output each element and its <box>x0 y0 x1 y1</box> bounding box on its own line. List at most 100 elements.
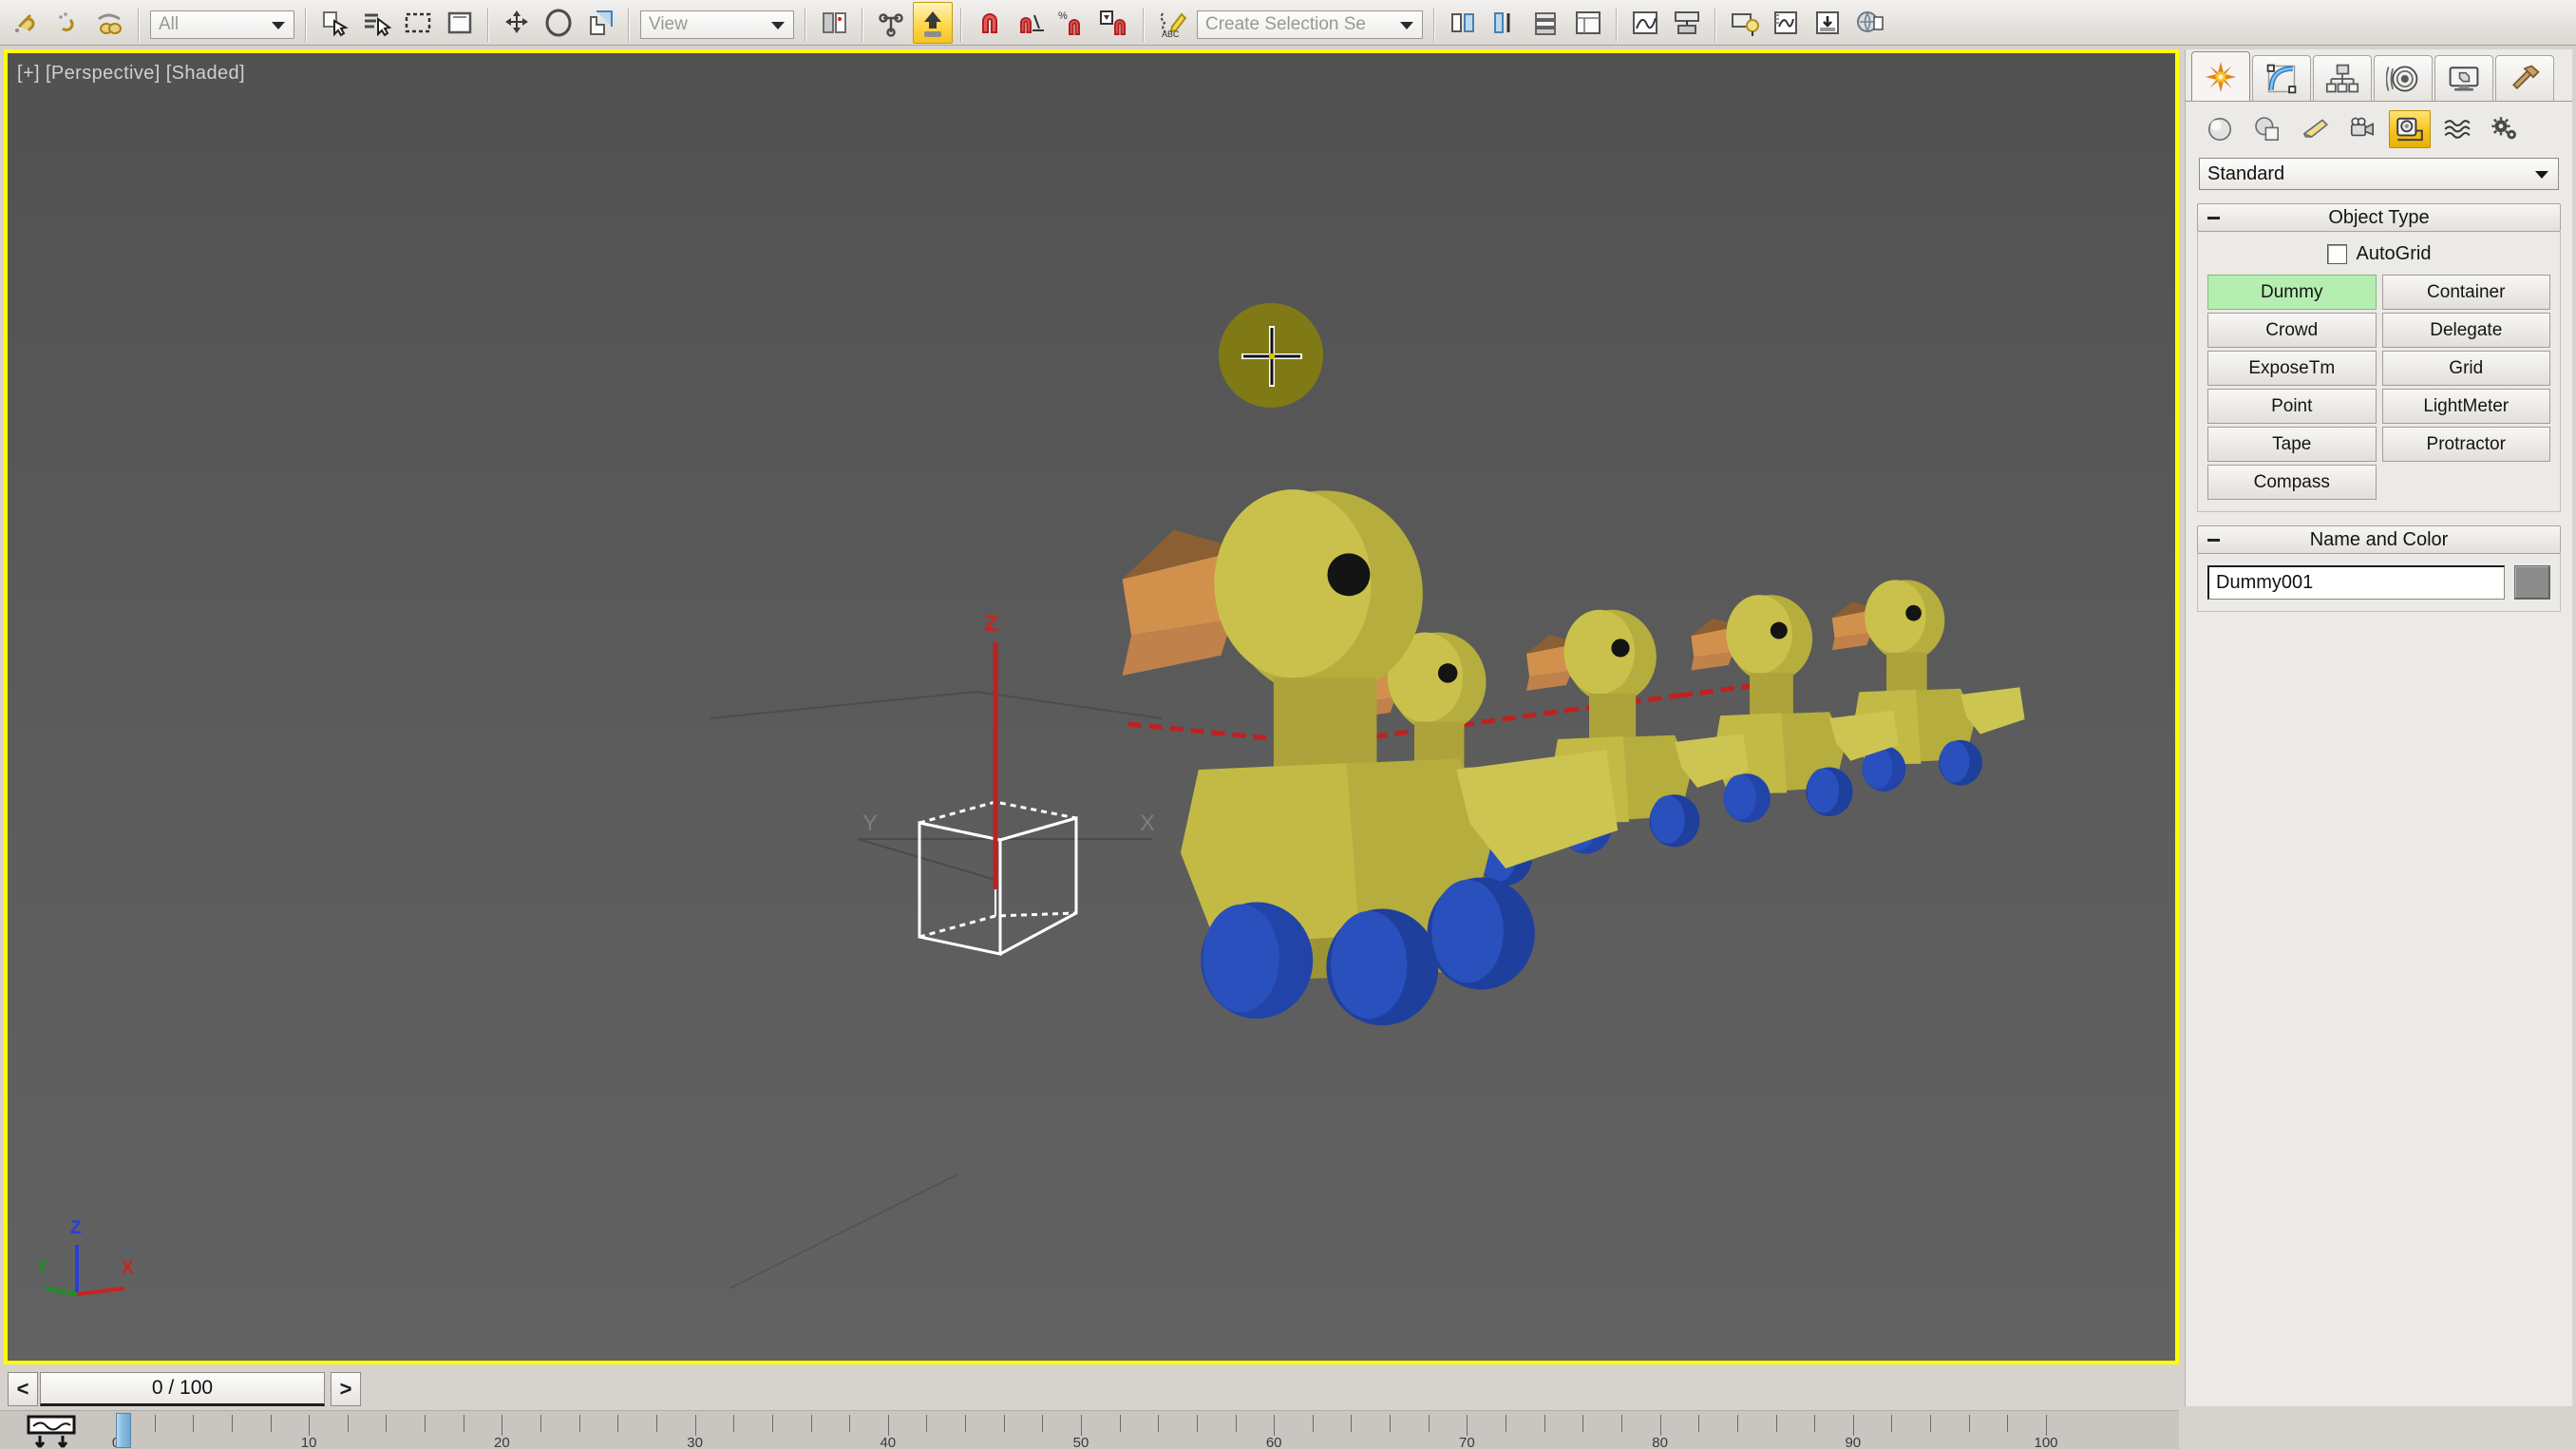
toolbar-separator <box>487 8 489 42</box>
name-and-color-rollout-title: Name and Color <box>2309 528 2449 550</box>
percent-snap-toggle-icon[interactable]: % <box>1053 2 1093 44</box>
object-type-button-delegate[interactable]: Delegate <box>2381 313 2550 348</box>
timeline-tick <box>694 1415 696 1436</box>
timeline-tick-label: 90 <box>1845 1435 1862 1449</box>
spinner-snap-toggle-icon[interactable] <box>1095 2 1135 44</box>
current-frame-field[interactable]: 0 / 100 <box>40 1372 325 1406</box>
category-helpers[interactable] <box>2389 110 2431 148</box>
object-type-button-exposetm[interactable]: ExposeTm <box>2207 351 2377 386</box>
timeline-tick <box>1852 1415 1854 1436</box>
previous-frame-button[interactable]: < <box>8 1372 38 1406</box>
object-type-rollout-title: Object Type <box>2328 206 2430 228</box>
snaps-toggle-icon[interactable] <box>970 2 1010 44</box>
render-production-icon[interactable] <box>1849 2 1889 44</box>
timeline-tick-label: 20 <box>494 1435 510 1449</box>
timeline-tick <box>1698 1415 1700 1432</box>
object-type-button-compass[interactable]: Compass <box>2207 465 2377 500</box>
category-shapes[interactable] <box>2246 110 2288 148</box>
chevron-down-icon <box>2535 171 2548 179</box>
select-object-icon[interactable] <box>314 2 354 44</box>
collapse-minus-icon[interactable] <box>2207 539 2220 542</box>
tab-modify[interactable] <box>2252 55 2311 101</box>
layer-manager-icon[interactable] <box>1526 2 1566 44</box>
viewport-axis-tripod: Z X Y <box>34 1218 139 1304</box>
category-systems[interactable] <box>2484 110 2526 148</box>
toolbar-separator <box>1714 8 1716 42</box>
timeline-tick <box>1544 1415 1545 1432</box>
object-type-rollout-header[interactable]: Object Type <box>2197 203 2561 232</box>
edit-named-selection-sets-icon[interactable]: ABC <box>1152 2 1192 44</box>
select-and-move-icon[interactable] <box>497 2 537 44</box>
select-and-manipulate-icon[interactable] <box>871 2 911 44</box>
tab-display[interactable] <box>2434 55 2493 101</box>
rectangular-selection-region-icon[interactable] <box>398 2 438 44</box>
select-by-name-icon[interactable] <box>356 2 396 44</box>
bind-to-space-warp-icon[interactable] <box>48 2 88 44</box>
unlink-selection-icon[interactable] <box>7 2 47 44</box>
active-viewport-frame[interactable]: [+] [Perspective] [Shaded] Y X Z Z X Y <box>4 49 2179 1364</box>
select-and-scale-icon[interactable] <box>580 2 620 44</box>
create-category-buttons <box>2186 102 2572 156</box>
tab-hierarchy[interactable] <box>2313 55 2372 101</box>
autogrid-row[interactable]: AutoGrid <box>2207 243 2550 265</box>
reference-coordinate-system-combo[interactable]: View <box>640 10 794 39</box>
perspective-viewport[interactable]: [+] [Perspective] [Shaded] Y X Z Z X Y <box>8 53 2175 1361</box>
object-type-button-lightmeter[interactable]: LightMeter <box>2381 389 2550 424</box>
render-setup-icon[interactable] <box>1766 2 1806 44</box>
object-type-button-tape[interactable]: Tape <box>2207 427 2377 462</box>
tab-create[interactable] <box>2191 51 2250 101</box>
angle-snap-toggle-icon[interactable] <box>1012 2 1051 44</box>
named-selection-set-combo-value: Create Selection Se <box>1205 14 1366 34</box>
shapes-icon <box>2255 117 2279 141</box>
track-bar-timeline[interactable]: 0102030405060708090100 <box>0 1410 2179 1449</box>
timeline-tick <box>849 1415 851 1432</box>
object-type-button-container[interactable]: Container <box>2381 275 2550 310</box>
object-type-button-dummy[interactable]: Dummy <box>2207 275 2377 310</box>
collapse-minus-icon[interactable] <box>2207 217 2220 219</box>
object-type-button-crowd[interactable]: Crowd <box>2207 313 2377 348</box>
use-pivot-point-center-icon[interactable] <box>814 2 854 44</box>
toggle-scene-explorer-icon[interactable] <box>1568 2 1608 44</box>
category-lights[interactable] <box>2294 110 2336 148</box>
object-name-input[interactable]: Dummy001 <box>2207 565 2505 600</box>
key-mode-toggle-icon[interactable] <box>17 1415 85 1449</box>
window-crossing-icon[interactable] <box>440 2 480 44</box>
create-star-icon <box>2205 61 2237 92</box>
category-geometry[interactable] <box>2199 110 2241 148</box>
tab-motion[interactable] <box>2374 55 2433 101</box>
object-type-button-protractor[interactable]: Protractor <box>2381 427 2550 462</box>
align-icon[interactable] <box>1485 2 1525 44</box>
autogrid-checkbox[interactable] <box>2326 244 2347 264</box>
rendered-frame-window-icon[interactable] <box>1808 2 1847 44</box>
timeline-ruler[interactable]: 0102030405060708090100 <box>112 1411 2179 1449</box>
category-cameras[interactable] <box>2341 110 2383 148</box>
timeline-filler <box>2179 1406 2576 1449</box>
keyboard-shortcut-override-icon[interactable] <box>913 2 953 44</box>
curve-editor-icon[interactable] <box>1625 2 1665 44</box>
timeline-tick <box>1351 1415 1353 1432</box>
time-slider-handle[interactable] <box>116 1413 131 1448</box>
tape-measure-icon <box>2396 117 2423 142</box>
helper-subcategory-dropdown[interactable]: Standard <box>2199 158 2559 190</box>
link-chain-icon[interactable] <box>90 2 130 44</box>
tab-utilities[interactable] <box>2495 55 2554 101</box>
timeline-tick <box>540 1415 542 1432</box>
tripod-x-label: X <box>122 1258 134 1278</box>
timeline-tick-label: 10 <box>300 1435 317 1449</box>
schematic-view-icon[interactable] <box>1667 2 1707 44</box>
material-editor-icon[interactable] <box>1724 2 1764 44</box>
object-color-swatch[interactable] <box>2514 565 2550 600</box>
svg-text:Z: Z <box>984 611 998 637</box>
selection-filter-combo[interactable]: All <box>150 10 294 39</box>
object-type-button-grid[interactable]: Grid <box>2381 351 2550 386</box>
object-type-button-point[interactable]: Point <box>2207 389 2377 424</box>
category-spacewarps[interactable] <box>2436 110 2478 148</box>
timeline-tick-label: 70 <box>1459 1435 1475 1449</box>
select-and-rotate-icon[interactable] <box>539 2 578 44</box>
toolbar-separator <box>305 8 307 42</box>
named-selection-set-combo[interactable]: Create Selection Se <box>1197 10 1423 39</box>
mirror-icon[interactable] <box>1443 2 1483 44</box>
next-frame-button[interactable]: > <box>331 1372 361 1406</box>
max-application-window: All View% ABC Create Selection Se [+] [Pers… <box>0 0 2576 1449</box>
name-and-color-rollout-header[interactable]: Name and Color <box>2197 525 2561 554</box>
